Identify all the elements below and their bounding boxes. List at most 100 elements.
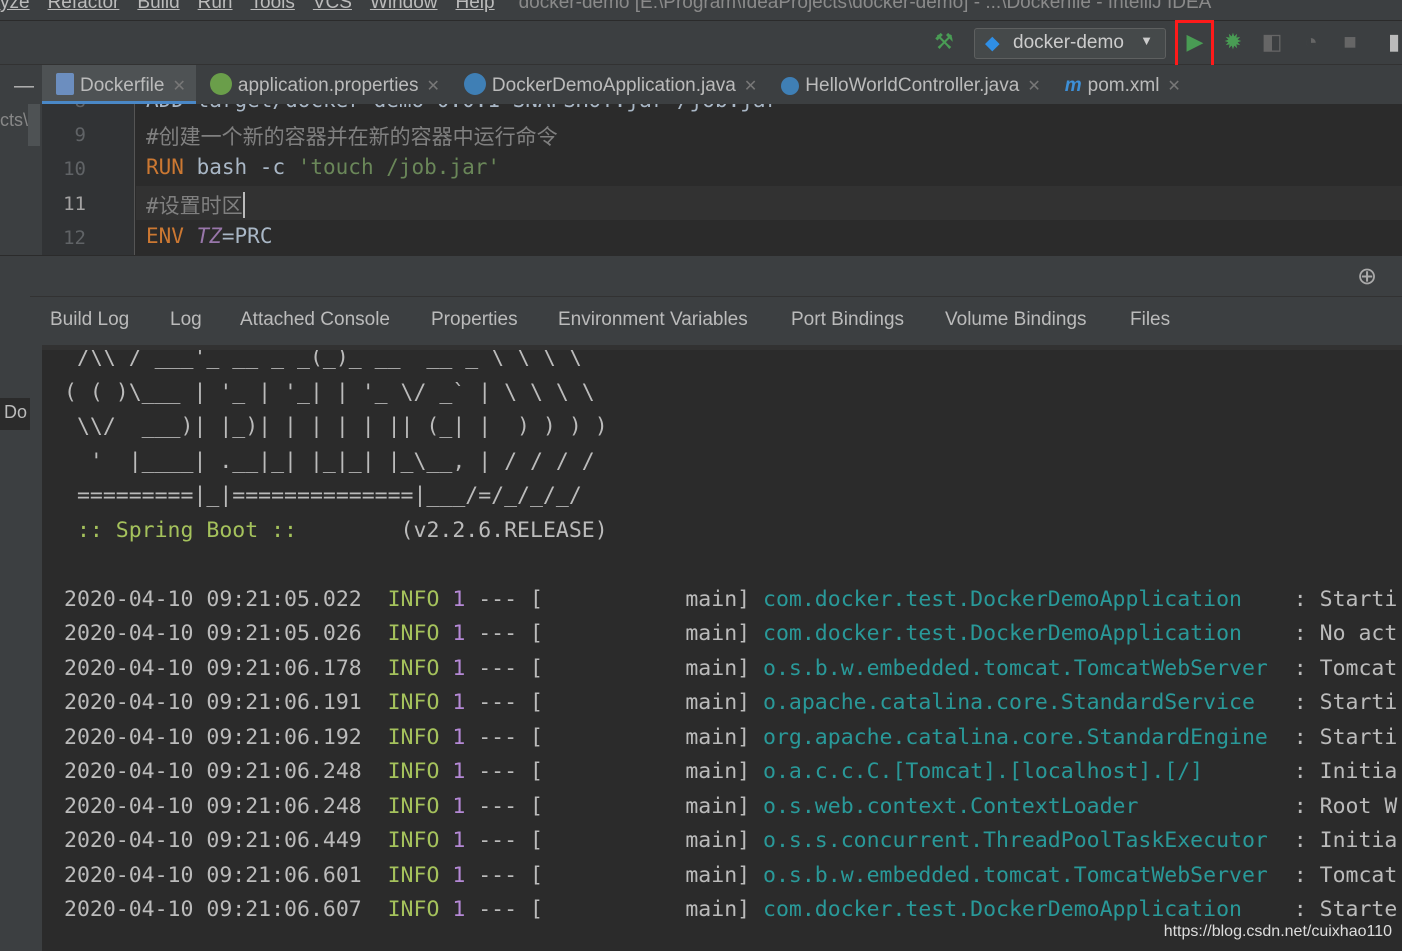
watermark: https://blog.csdn.net/cuixhao110: [1163, 923, 1392, 940]
process-id: 1: [452, 724, 466, 750]
log-entry: 2020-04-10 09:21:06.192 INFO 1 --- [ mai…: [64, 724, 1398, 750]
tab-log[interactable]: Log: [154, 309, 220, 349]
java-class-icon: [463, 73, 486, 95]
logger-name: org.apache.catalina.core.StandardEngine: [763, 724, 1268, 750]
log-entry: 2020-04-10 09:21:06.248 INFO 1 --- [ mai…: [64, 793, 1398, 819]
menu-window[interactable]: Window: [370, 0, 438, 13]
process-id: 1: [452, 690, 466, 715]
profile-icon[interactable]: ◔: [1297, 29, 1325, 55]
banner-line: \\/ ___)| |_)| | | | | || (_| | ) ) ) ): [64, 414, 608, 439]
process-id: 1: [452, 586, 466, 612]
code-editor[interactable]: 8 ADD target/docker-demo-0.0.1-SNAPSHOT.…: [42, 104, 1402, 255]
close-icon[interactable]: ✕: [427, 78, 440, 95]
logger-name: o.a.c.c.C.[Tomcat].[localhost].[/]: [763, 759, 1204, 784]
menu-bar: yze Refactor Build Run Tools VCS Window Help doc…: [0, 0, 1402, 20]
menu-help[interactable]: Help: [456, 0, 495, 13]
code-line-8: ADD target/docker-demo-0.0.1-SNAPSHOT.ja…: [146, 104, 778, 112]
timestamp: 2020-04-10 09:21:06.248: [64, 793, 362, 819]
line-number: 12: [63, 227, 86, 249]
menu-build[interactable]: Build: [137, 0, 179, 13]
tab-volume-bindings[interactable]: Volume Bindings: [945, 309, 1087, 331]
tab-application-properties[interactable]: application.properties ✕: [196, 65, 450, 104]
keyword: RUN: [146, 155, 184, 179]
keyword: ENV: [146, 224, 184, 248]
log-message: Tomcat: [1319, 655, 1398, 681]
minimize-icon[interactable]: —: [14, 75, 34, 98]
log-entry: 2020-04-10 09:21:06.607 INFO 1 --- [ mai…: [64, 897, 1398, 922]
log-entry: 2020-04-10 09:21:06.178 INFO 1 --- [ mai…: [64, 655, 1398, 681]
tab-label: DockerDemoApplication.java: [491, 75, 736, 96]
code-line-9: #创建一个新的容器并在新的容器中运行命令: [146, 125, 558, 149]
tab-attached-console[interactable]: Attached Console: [240, 309, 390, 331]
docker-icon: ◆: [985, 33, 1000, 54]
log-level: INFO: [387, 724, 440, 750]
log-level: INFO: [387, 897, 440, 922]
tab-files[interactable]: Files: [1130, 309, 1170, 331]
editor-tabs: Dockerfile ✕ application.properties ✕ Docker…: [42, 65, 1402, 104]
log-entry: 2020-04-10 09:21:06.449 INFO 1 --- [ mai…: [64, 828, 1398, 853]
run-config-select[interactable]: ◆ docker-demo ▼: [974, 28, 1166, 59]
timestamp: 2020-04-10 09:21:06.601: [64, 862, 362, 888]
timestamp: 2020-04-10 09:21:06.449: [64, 828, 362, 853]
crosshair-icon[interactable]: ⊕: [1357, 262, 1377, 291]
thread-name: main: [685, 897, 738, 922]
spring-properties-icon: [209, 73, 232, 95]
project-structure-icon[interactable]: ▮: [1380, 29, 1402, 55]
log-entry: 2020-04-10 09:21:05.022 INFO 1 --- [ mai…: [64, 586, 1398, 612]
close-icon[interactable]: ✕: [172, 78, 185, 95]
line-number: 10: [63, 158, 86, 180]
process-id: 1: [452, 793, 466, 819]
timestamp: 2020-04-10 09:21:05.026: [64, 621, 362, 646]
scrollbar[interactable]: [28, 104, 40, 146]
close-icon[interactable]: ✕: [1167, 78, 1180, 95]
menu-analyze[interactable]: yze: [0, 0, 30, 13]
tab-environment-variables[interactable]: Environment Variables: [558, 309, 748, 331]
docker-tool-tab[interactable]: Do: [0, 398, 30, 430]
logger-name: com.docker.test.DockerDemoApplication: [763, 897, 1242, 922]
menu-vcs[interactable]: VCS: [313, 0, 352, 13]
tab-helloworldcontroller[interactable]: HelloWorldController.java ✕: [767, 67, 1050, 106]
debug-icon[interactable]: ✹: [1219, 29, 1247, 55]
log-level: INFO: [387, 862, 440, 888]
close-icon[interactable]: ✕: [1027, 78, 1040, 95]
hammer-icon[interactable]: ⚒: [930, 29, 958, 55]
tab-port-bindings[interactable]: Port Bindings: [791, 309, 904, 331]
tab-build-log[interactable]: Build Log: [50, 309, 129, 331]
thread-name: main: [685, 655, 738, 681]
log-message: Starti: [1319, 724, 1398, 750]
log-entry: 2020-04-10 09:21:05.026 INFO 1 --- [ mai…: [64, 621, 1398, 646]
comment: #设置时区: [146, 194, 243, 218]
log-level: INFO: [387, 828, 440, 853]
log-entry: 2020-04-10 09:21:06.601 INFO 1 --- [ mai…: [64, 862, 1398, 888]
banner-line: ( ( )\___ | '_ | '_| | '_ \/ _` | \ \ \ …: [64, 379, 595, 405]
tab-properties[interactable]: Properties: [431, 309, 518, 331]
thread-name: main: [685, 828, 738, 853]
log-message: No act: [1319, 621, 1398, 646]
banner-line: ' |____| .__|_| |_|_| |_\__, | / / / /: [64, 448, 595, 474]
tab-dockerfile[interactable]: Dockerfile ✕: [42, 65, 196, 104]
log-message: Initia: [1319, 759, 1398, 784]
log-message: Starte: [1319, 897, 1398, 922]
tab-label: Dockerfile: [80, 75, 165, 96]
line-number: 9: [74, 124, 86, 146]
menu-run[interactable]: Run: [198, 0, 233, 13]
thread-name: main: [685, 862, 738, 888]
coverage-icon[interactable]: ◧: [1258, 29, 1286, 55]
window-title: docker-demo [E:\Program\IdeaProjects\doc…: [518, 0, 1212, 13]
services-panel-header: ⊕: [0, 255, 1402, 296]
variable: TZ: [196, 224, 222, 248]
menu-refactor[interactable]: Refactor: [48, 0, 120, 13]
menu-tools[interactable]: Tools: [251, 0, 295, 13]
code-text: =PRC: [221, 224, 273, 248]
close-icon[interactable]: ✕: [744, 78, 757, 95]
log-output[interactable]: /\\ / ___'_ __ _ _(_)_ __ __ _ \ \ \ \ ( …: [42, 345, 1402, 951]
tab-dockerdemoapplication[interactable]: DockerDemoApplication.java ✕: [450, 65, 767, 104]
spring-boot-label: :: Spring Boot ::: [64, 517, 310, 543]
stop-icon[interactable]: ■: [1336, 29, 1364, 55]
logger-name: o.s.s.concurrent.ThreadPoolTaskExecutor: [763, 828, 1268, 853]
logger-name: o.s.web.context.ContextLoader: [763, 793, 1139, 819]
timestamp: 2020-04-10 09:21:06.248: [64, 759, 362, 784]
thread-name: main: [685, 759, 738, 784]
thread-name: main: [685, 724, 738, 750]
tab-pom-xml[interactable]: m pom.xml ✕: [1051, 67, 1191, 106]
